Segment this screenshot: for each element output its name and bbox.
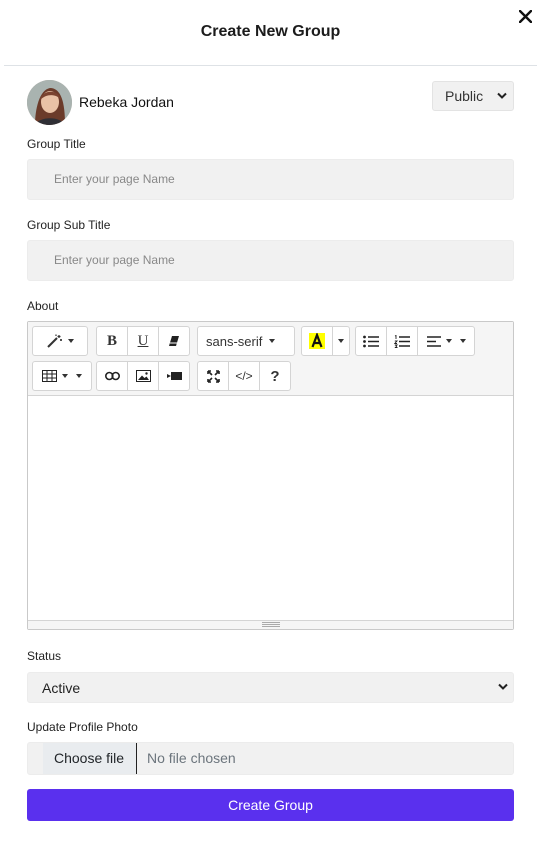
table-dropdown[interactable]	[32, 361, 92, 391]
ordered-list-icon	[394, 334, 410, 348]
code-view-icon: </>	[235, 369, 253, 383]
close-icon	[518, 9, 532, 23]
clear-format-button[interactable]	[158, 326, 190, 356]
editor-resize-handle[interactable]	[28, 620, 513, 629]
bold-label: B	[106, 332, 117, 349]
close-button[interactable]	[515, 6, 535, 26]
avatar	[27, 80, 72, 125]
link-icon	[104, 371, 120, 381]
user-row: Rebeka Jordan Public	[27, 80, 514, 126]
no-file-text: No file chosen	[147, 750, 236, 766]
video-icon	[166, 372, 182, 380]
status-value: Active	[42, 680, 81, 696]
help-icon: ?	[270, 367, 280, 385]
expand-icon	[206, 369, 220, 383]
underline-label: U	[137, 332, 149, 349]
privacy-select[interactable]: Public	[432, 81, 514, 111]
numbered-list-button[interactable]	[386, 326, 418, 356]
table-icon	[42, 370, 57, 382]
group-title-placeholder: Enter your page Name	[54, 172, 175, 186]
unordered-list-icon	[363, 335, 379, 347]
highlight-color-button[interactable]	[301, 326, 333, 356]
caret-icon	[67, 339, 74, 343]
magic-wand-icon	[46, 334, 62, 348]
caret-icon	[76, 374, 82, 378]
editor-toolbar: B U sans-serif </> ?	[28, 322, 513, 396]
status-select[interactable]: Active	[27, 672, 514, 703]
fullscreen-button[interactable]	[197, 361, 229, 391]
create-group-modal: Create New Group Rebeka Jordan Public Gr…	[0, 0, 541, 841]
image-icon	[135, 370, 151, 382]
code-view-button[interactable]: </>	[228, 361, 260, 391]
align-left-icon	[426, 335, 441, 347]
caret-icon	[445, 339, 452, 343]
modal-header: Create New Group	[4, 0, 537, 66]
color-dropdown[interactable]	[332, 326, 350, 356]
font-family-value: sans-serif	[206, 333, 263, 349]
chevron-down-icon	[498, 683, 508, 690]
grip-icon	[262, 622, 280, 627]
profile-photo-label: Update Profile Photo	[27, 720, 138, 734]
style-dropdown[interactable]	[32, 326, 88, 356]
rich-text-editor: B U sans-serif </> ?	[27, 321, 514, 630]
profile-photo-file-input[interactable]: Choose file No file chosen	[27, 742, 514, 775]
caret-icon	[62, 374, 68, 378]
group-subtitle-input[interactable]: Enter your page Name	[27, 240, 514, 281]
caret-icon	[338, 339, 344, 343]
group-subtitle-placeholder: Enter your page Name	[54, 253, 175, 267]
group-title-input[interactable]: Enter your page Name	[27, 159, 514, 200]
status-label: Status	[27, 649, 62, 663]
caret-icon	[269, 339, 276, 343]
user-name: Rebeka Jordan	[79, 94, 174, 110]
bullet-list-button[interactable]	[355, 326, 387, 356]
font-family-dropdown[interactable]: sans-serif	[197, 326, 295, 356]
create-group-button[interactable]: Create Group	[27, 789, 514, 821]
bold-button[interactable]: B	[96, 326, 128, 356]
group-title-label: Group Title	[27, 137, 86, 151]
text-highlight-icon	[309, 333, 325, 349]
editor-content-area[interactable]	[28, 396, 513, 621]
privacy-value: Public	[445, 88, 484, 104]
about-label: About	[27, 299, 59, 313]
underline-button[interactable]: U	[127, 326, 159, 356]
insert-link-button[interactable]	[96, 361, 128, 391]
help-button[interactable]: ?	[259, 361, 291, 391]
paragraph-align-dropdown[interactable]	[417, 326, 475, 356]
caret-icon	[459, 339, 466, 343]
choose-file-button[interactable]: Choose file	[43, 743, 137, 774]
group-subtitle-label: Group Sub Title	[27, 218, 111, 232]
modal-title: Create New Group	[200, 23, 341, 40]
insert-video-button[interactable]	[158, 361, 190, 391]
insert-image-button[interactable]	[127, 361, 159, 391]
chevron-down-icon	[497, 92, 507, 99]
eraser-icon	[169, 336, 179, 346]
